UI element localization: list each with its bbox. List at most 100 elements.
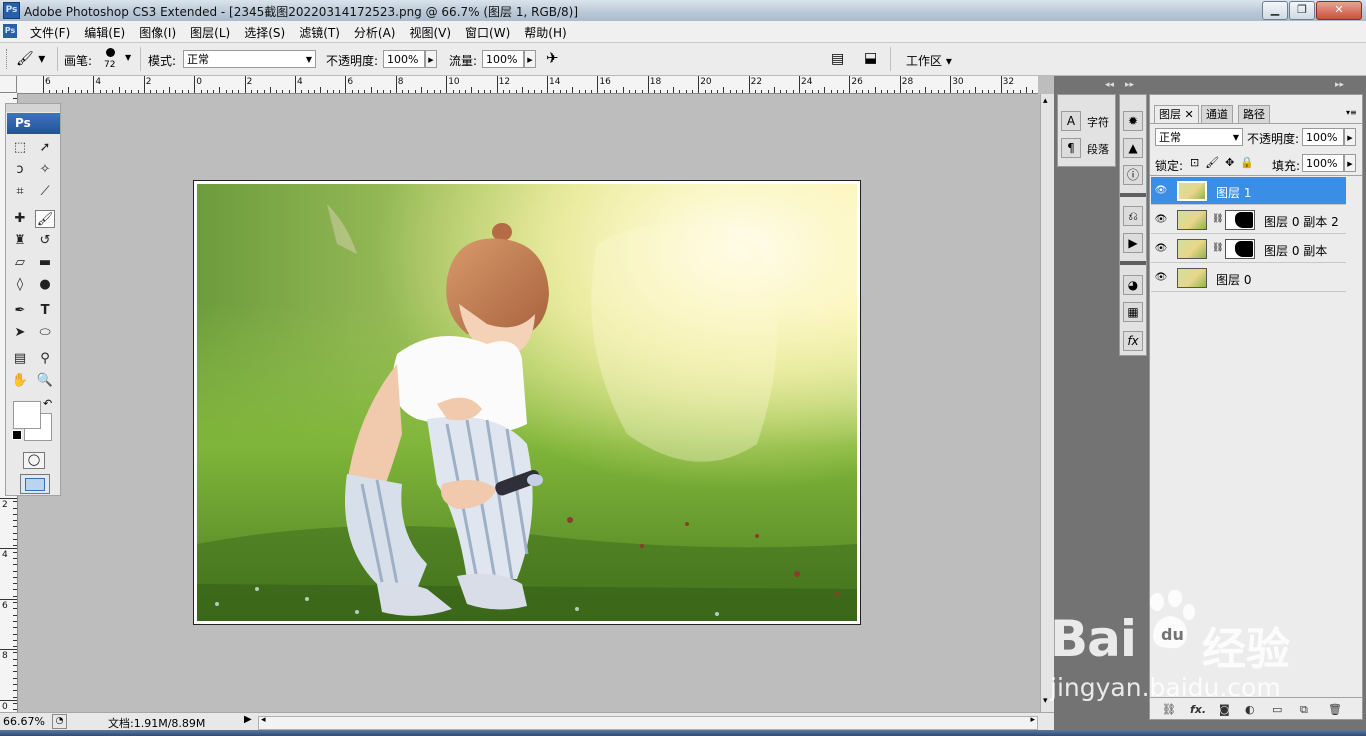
menu-analysis[interactable]: 分析(A) <box>348 24 404 41</box>
paragraph-label[interactable]: 段落 <box>1087 141 1109 157</box>
menu-edit[interactable]: 编辑(E) <box>78 24 133 41</box>
close-icon[interactable]: ✕ <box>1185 108 1194 121</box>
opacity-input[interactable]: 100% <box>383 50 425 68</box>
swap-colors-icon[interactable]: ↶ <box>43 397 52 410</box>
screen-mode-icon[interactable] <box>20 474 50 494</box>
flow-slider-button[interactable]: ▶ <box>524 50 536 68</box>
pen-tool-icon[interactable]: ✒ <box>10 302 30 320</box>
scroll-up-icon[interactable]: ▴ <box>1043 96 1048 106</box>
menu-select[interactable]: 选择(S) <box>238 24 293 41</box>
layer-opacity-slider-button[interactable]: ▶ <box>1344 128 1356 146</box>
notes-tool-icon[interactable]: ▤ <box>10 350 30 368</box>
mode-select[interactable]: 正常 ▼ <box>183 50 316 68</box>
layer-row[interactable]: 👁 图层 0 <box>1151 264 1346 292</box>
healing-brush-tool-icon[interactable]: ✚ <box>10 210 30 228</box>
history-brush-tool-icon[interactable]: ↺ <box>35 232 55 250</box>
new-layer-icon[interactable]: ⧉ <box>1300 703 1308 717</box>
chain-link-icon[interactable]: ⛓ <box>1212 243 1223 253</box>
expand-icon[interactable]: ▸▸ <box>1125 80 1134 90</box>
layer-row[interactable]: 👁 图层 1 <box>1151 177 1346 205</box>
menu-filter[interactable]: 滤镜(T) <box>293 24 348 41</box>
panel-menu-icon[interactable]: ▾≡ <box>1346 108 1357 117</box>
brush-tool-icon[interactable]: 🖌 <box>35 210 55 228</box>
swatches-icon[interactable]: ▦ <box>1123 302 1143 322</box>
hand-tool-icon[interactable]: ✋ <box>10 372 30 390</box>
flow-input[interactable]: 100% <box>482 50 524 68</box>
magic-wand-tool-icon[interactable]: ✧ <box>35 161 55 179</box>
lock-icons[interactable]: ⊡🖌✥🔒 <box>1190 156 1260 169</box>
eyedropper-tool-icon[interactable]: ⚲ <box>35 350 55 368</box>
layer-mask-thumbnail[interactable] <box>1225 210 1255 230</box>
photoshop-badge[interactable]: Ps <box>7 113 60 134</box>
fx-icon[interactable]: fx <box>1123 331 1143 351</box>
scroll-right-icon[interactable]: ▸ <box>1030 715 1035 725</box>
chevron-down-icon[interactable]: ▼ <box>125 53 131 62</box>
ruler-origin[interactable] <box>0 76 17 93</box>
info-icon[interactable]: ⓘ <box>1123 165 1143 185</box>
toolbox-grip[interactable] <box>6 104 60 112</box>
airbrush-icon[interactable]: ✈ <box>546 49 559 67</box>
eraser-tool-icon[interactable]: ▱ <box>10 254 30 272</box>
horizontal-ruler[interactable]: 6 4 2 0 2 4 6 8 10 12 14 16 18 20 22 24 26 28 30 32 <box>17 76 1038 94</box>
minimize-button[interactable]: ▁ <box>1262 1 1288 20</box>
navigator-icon[interactable]: ✹ <box>1123 111 1143 131</box>
gradient-tool-icon[interactable]: ▬ <box>35 254 55 272</box>
menu-window[interactable]: 窗口(W) <box>459 24 518 41</box>
visibility-eye-icon[interactable]: 👁 <box>1153 213 1169 227</box>
dodge-tool-icon[interactable]: ● <box>35 276 55 294</box>
actions-icon[interactable]: ▶ <box>1123 233 1143 253</box>
visibility-eye-icon[interactable]: 👁 <box>1153 184 1169 198</box>
menu-help[interactable]: 帮助(H) <box>518 24 574 41</box>
paragraph-icon[interactable]: ¶ <box>1061 138 1081 158</box>
status-arrow-icon[interactable]: ▶ <box>244 714 252 725</box>
photo-girl-with-magnifier[interactable] <box>197 184 857 621</box>
menu-view[interactable]: 视图(V) <box>403 24 459 41</box>
path-selection-tool-icon[interactable]: ➤ <box>10 324 30 342</box>
collapse-icon[interactable]: ◂◂ <box>1105 80 1114 90</box>
slice-tool-icon[interactable]: ⟋ <box>35 183 55 201</box>
crop-tool-icon[interactable]: ⌗ <box>10 183 30 201</box>
layer-opacity-input[interactable]: 100% <box>1302 128 1344 146</box>
document-menu-icon[interactable]: Ps <box>3 24 17 38</box>
history-icon[interactable]: ⎌ <box>1123 206 1143 226</box>
foreground-color-swatch[interactable] <box>13 401 41 429</box>
marquee-tool-icon[interactable]: ⬚ <box>10 139 30 157</box>
menu-layer[interactable]: 图层(L) <box>184 24 238 41</box>
quick-mask-icon[interactable]: ◯ <box>23 452 45 469</box>
layer-name[interactable]: 图层 0 <box>1216 271 1251 288</box>
workspace-button[interactable]: 工作区 ▾ <box>906 52 952 69</box>
close-button[interactable]: ✕ <box>1316 1 1362 20</box>
histogram-icon[interactable]: ▲ <box>1123 138 1143 158</box>
palette-icon[interactable]: ▤ <box>831 51 844 67</box>
layer-name[interactable]: 图层 0 副本 2 <box>1264 213 1339 230</box>
menu-file[interactable]: 文件(F) <box>24 24 78 41</box>
blend-mode-select[interactable]: 正常 ▼ <box>1155 128 1243 146</box>
brush-picker[interactable]: 72 <box>100 46 122 72</box>
visibility-eye-icon[interactable]: 👁 <box>1153 271 1169 285</box>
bridge-icon[interactable]: ⬓ <box>864 50 877 66</box>
collapse-icon[interactable]: ▸▸ <box>1335 80 1344 90</box>
clone-stamp-tool-icon[interactable]: ♜ <box>10 232 30 250</box>
blur-tool-icon[interactable]: ◊ <box>10 276 30 294</box>
tab-paths[interactable]: 路径 <box>1238 105 1270 123</box>
tab-layers[interactable]: 图层 ✕ <box>1154 105 1199 123</box>
layer-name[interactable]: 图层 0 副本 <box>1264 242 1327 259</box>
scroll-left-icon[interactable]: ◂ <box>261 715 266 725</box>
layer-name[interactable]: 图层 1 <box>1216 184 1251 201</box>
styles-icon[interactable]: ◕ <box>1123 275 1143 295</box>
status-menu-icon[interactable]: ◔ <box>52 714 67 729</box>
type-tool-icon[interactable]: T <box>35 302 55 320</box>
menu-image[interactable]: 图像(I) <box>133 24 184 41</box>
layer-row[interactable]: 👁 ⛓ 图层 0 副本 <box>1151 235 1346 263</box>
tool-preset-picker[interactable]: 🖌 ▾ <box>16 50 50 68</box>
fill-input[interactable]: 100% <box>1302 154 1344 172</box>
maximize-button[interactable]: ❐ <box>1289 1 1315 20</box>
layer-row[interactable]: 👁 ⛓ 图层 0 副本 2 <box>1151 206 1346 234</box>
default-colors-icon[interactable] <box>12 430 22 440</box>
fill-slider-button[interactable]: ▶ <box>1344 154 1356 172</box>
character-label[interactable]: 字符 <box>1087 114 1109 130</box>
horizontal-scrollbar[interactable]: ◂ ▸ <box>258 715 1038 730</box>
opacity-slider-button[interactable]: ▶ <box>425 50 437 68</box>
character-icon[interactable]: A <box>1061 111 1081 131</box>
tab-channels[interactable]: 通道 <box>1201 105 1233 123</box>
